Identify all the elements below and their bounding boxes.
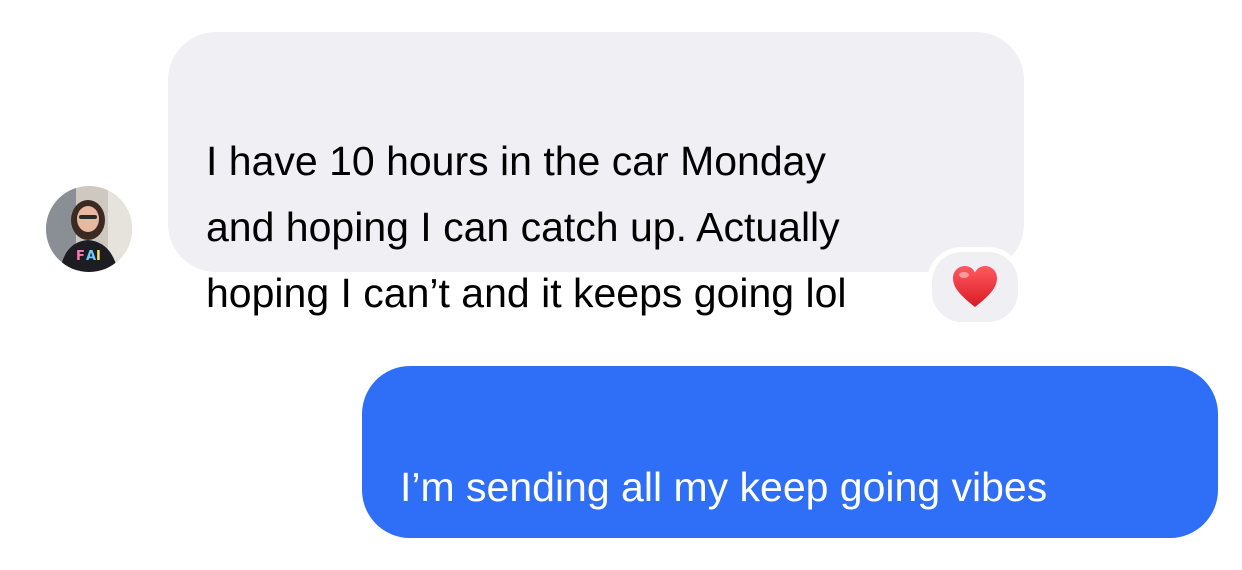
outgoing-message-text: I’m sending all my keep going vibes your… (400, 464, 1048, 570)
message-reaction[interactable] (927, 247, 1023, 327)
message-thread: F A I I have 10 hours in the car Monday … (0, 0, 1242, 570)
heart-icon (953, 266, 997, 307)
avatar-photo-icon: F A I (46, 186, 132, 272)
incoming-message-bubble[interactable]: I have 10 hours in the car Monday and ho… (168, 32, 1024, 316)
outgoing-message-bubble[interactable]: I’m sending all my keep going vibes your… (362, 366, 1218, 570)
svg-text:F: F (76, 249, 85, 264)
contact-avatar[interactable]: F A I (46, 186, 132, 272)
incoming-message-text: I have 10 hours in the car Monday and ho… (206, 138, 847, 316)
svg-text:A: A (86, 249, 96, 264)
svg-text:I: I (96, 249, 101, 264)
